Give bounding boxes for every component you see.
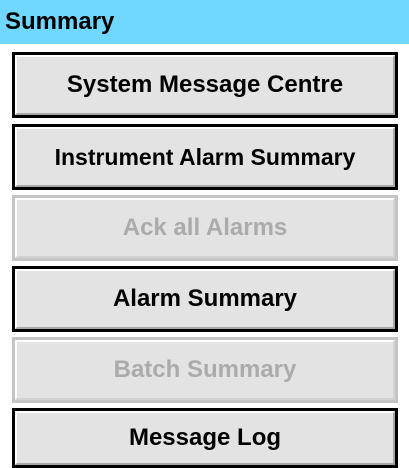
message-log-button[interactable]: Message Log	[12, 408, 398, 468]
panel-title: Summary	[5, 8, 115, 35]
system-message-centre-button[interactable]: System Message Centre	[12, 52, 398, 118]
button-label: System Message Centre	[66, 71, 344, 98]
button-label: Ack all Alarms	[122, 214, 288, 241]
batch-summary-button[interactable]: Batch Summary	[12, 337, 398, 403]
summary-panel: Summary System Message Centre Instrument…	[0, 0, 409, 468]
ack-all-alarms-button[interactable]: Ack all Alarms	[12, 195, 398, 261]
instrument-alarm-summary-button[interactable]: Instrument Alarm Summary	[12, 124, 398, 190]
button-label: Alarm Summary	[112, 285, 298, 312]
alarm-summary-button[interactable]: Alarm Summary	[12, 266, 398, 332]
button-label: Batch Summary	[113, 356, 297, 383]
summary-header: Summary	[0, 0, 409, 44]
button-label: Message Log	[128, 424, 282, 451]
button-label: Instrument Alarm Summary	[54, 143, 356, 170]
